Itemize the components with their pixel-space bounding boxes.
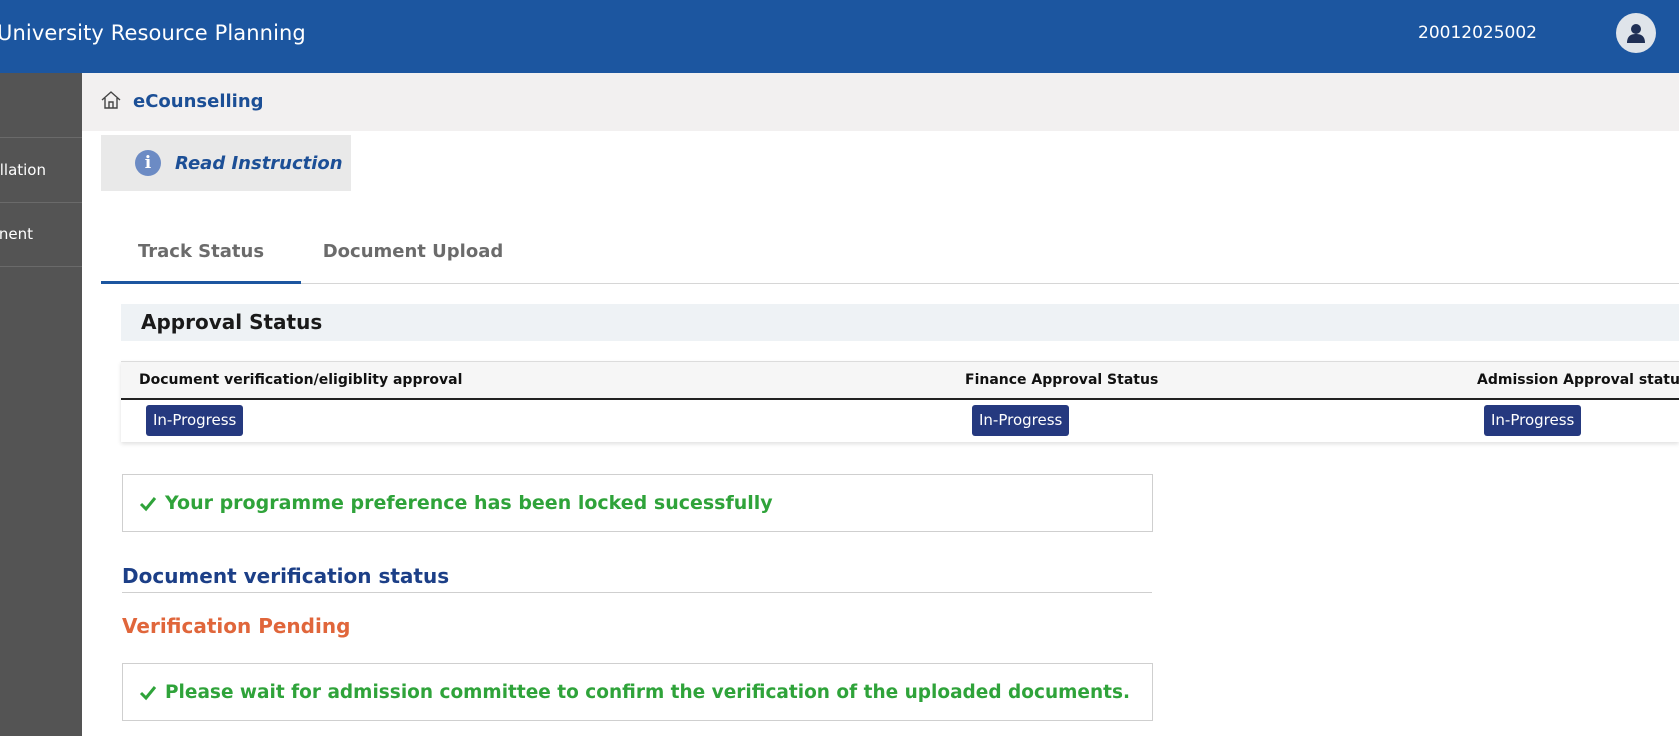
tab-document-upload[interactable]: Document Upload xyxy=(313,222,513,283)
top-header-bar: University Resource Planning 20012025002 xyxy=(0,0,1679,73)
status-badge-finance: In-Progress xyxy=(972,405,1070,436)
app-title: University Resource Planning xyxy=(0,21,306,45)
verification-pending-label: Verification Pending xyxy=(122,614,351,638)
info-icon: i xyxy=(135,150,161,176)
column-header-finance-approval: Finance Approval Status xyxy=(965,372,1159,388)
approval-status-table: Document verification/eligiblity approva… xyxy=(121,361,1679,442)
sidebar: llation nent xyxy=(0,73,82,736)
locked-success-alert: Your programme preference has been locke… xyxy=(122,474,1153,532)
read-instruction-label: Read Instruction xyxy=(175,152,343,174)
sidebar-item-label: llation xyxy=(0,161,46,179)
locked-message: Your programme preference has been locke… xyxy=(165,492,773,514)
user-id: 20012025002 xyxy=(1418,23,1537,43)
sidebar-item-payment[interactable]: nent xyxy=(0,202,82,267)
column-header-admission-approval: Admission Approval statu xyxy=(1477,372,1679,388)
check-icon xyxy=(139,497,157,512)
read-instruction-button[interactable]: i Read Instruction xyxy=(101,135,351,191)
breadcrumb-ecounselling[interactable]: eCounselling xyxy=(133,73,264,131)
column-header-document-verification: Document verification/eligiblity approva… xyxy=(139,372,463,388)
status-badge-document-verification: In-Progress xyxy=(146,405,244,436)
section-title: Approval Status xyxy=(141,310,323,334)
breadcrumb: eCounselling xyxy=(82,73,1679,131)
status-badge-admission: In-Progress xyxy=(1484,405,1582,436)
document-verification-title: Document verification status xyxy=(122,564,1152,593)
user-icon xyxy=(1627,24,1645,43)
check-icon xyxy=(139,686,157,701)
wait-info-alert: Please wait for admission committee to c… xyxy=(122,663,1153,721)
table-header-row: Document verification/eligiblity approva… xyxy=(121,361,1679,400)
tab-bar: Track Status Document Upload xyxy=(101,222,1679,284)
home-icon[interactable] xyxy=(100,89,122,111)
wait-message: Please wait for admission committee to c… xyxy=(165,681,1130,703)
tab-track-status[interactable]: Track Status xyxy=(101,222,301,284)
sidebar-item-cancellation[interactable]: llation xyxy=(0,137,82,203)
sidebar-item-label: nent xyxy=(0,225,33,243)
user-avatar[interactable] xyxy=(1616,13,1656,53)
approval-status-header: Approval Status xyxy=(121,304,1679,341)
